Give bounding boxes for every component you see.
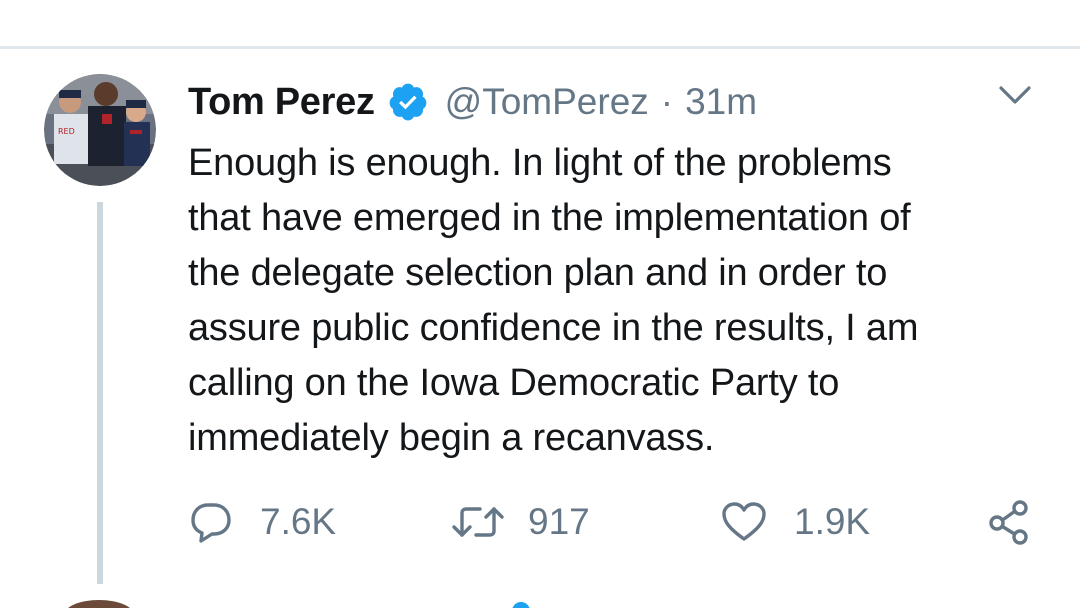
- share-button[interactable]: [986, 494, 1032, 550]
- avatar[interactable]: RED: [44, 74, 156, 186]
- svg-text:RED: RED: [58, 127, 75, 136]
- retweet-count: 917: [528, 501, 590, 542]
- display-name[interactable]: Tom Perez: [188, 81, 375, 124]
- retweet-icon: [450, 499, 506, 545]
- top-divider: [0, 46, 1080, 49]
- retweet-button[interactable]: 917: [450, 494, 590, 550]
- timestamp[interactable]: 31m: [685, 81, 757, 123]
- tweet-screen: RED Tom Perez @TomPerez · 31m Enough is …: [0, 0, 1080, 608]
- next-tweet-avatar[interactable]: [64, 600, 134, 608]
- tweet-text: Enough is enough. In light of the proble…: [188, 142, 919, 459]
- avatar-photo: RED: [44, 74, 156, 186]
- verified-badge-icon: [387, 81, 429, 123]
- user-handle[interactable]: @TomPerez: [445, 81, 649, 123]
- like-button[interactable]: 1.9K: [720, 494, 870, 550]
- chevron-down-icon[interactable]: [998, 84, 1032, 106]
- like-count: 1.9K: [794, 501, 871, 542]
- separator-dot: ·: [660, 81, 674, 122]
- action-bar: 7.6K 917 1.9K: [188, 494, 1048, 550]
- reply-bubble-icon: [188, 499, 234, 545]
- tweet-header: Tom Perez @TomPerez · 31m: [188, 80, 757, 124]
- heart-icon: [720, 499, 768, 545]
- share-icon: [986, 499, 1032, 545]
- reply-button[interactable]: 7.6K: [188, 494, 336, 550]
- thread-line: [97, 202, 103, 584]
- next-verified-badge-icon: [512, 602, 530, 608]
- reply-count: 7.6K: [260, 501, 337, 542]
